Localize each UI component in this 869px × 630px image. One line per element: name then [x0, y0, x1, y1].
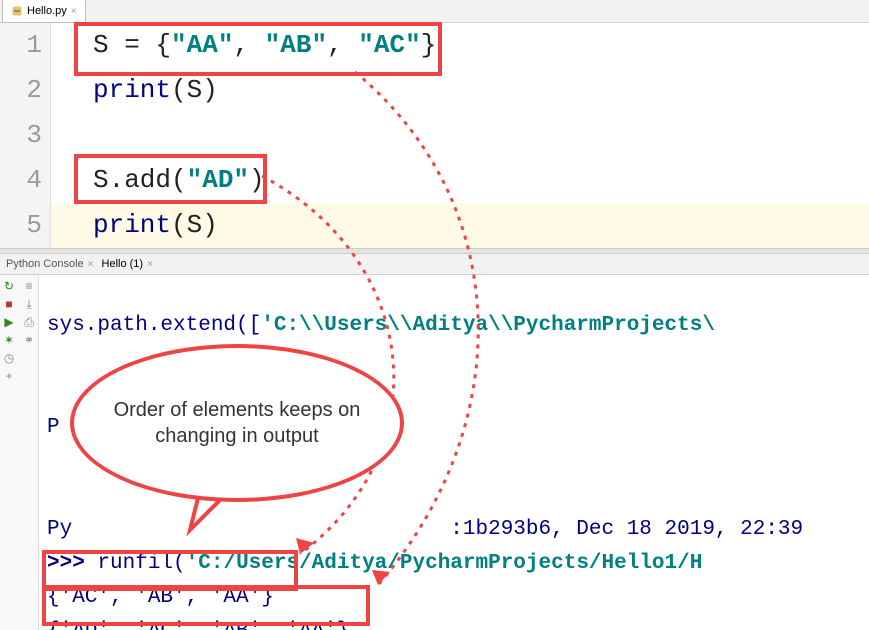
scroll-icon[interactable]: ⤓: [22, 297, 36, 311]
code-area[interactable]: S = {"AA", "AB", "AC"} print(S) S.add("A…: [51, 23, 869, 248]
builtin-fn: print: [93, 75, 171, 105]
close-icon[interactable]: ×: [71, 6, 77, 17]
console-toolbar: ↻ ■ ▶ ✶ ◷ + ≡ ⤓ ⎙ ⚭: [0, 275, 39, 630]
console-line: runfil: [97, 552, 173, 575]
code-text: ): [249, 165, 265, 195]
console-result-1: {'AC', 'AB', 'AA'}: [47, 586, 274, 609]
line-number: 3: [0, 113, 42, 158]
annotation-bubble-text: Order of elements keeps on changing in o…: [92, 397, 382, 449]
code-text: }: [421, 30, 437, 60]
line-gutter: 1 2 3 4 5: [0, 23, 51, 248]
run-icon[interactable]: ▶: [2, 315, 16, 329]
line-number: 4: [0, 158, 42, 203]
rerun-icon[interactable]: ↻: [2, 279, 16, 293]
line-number: 1: [0, 23, 42, 68]
wrap-icon[interactable]: ≡: [22, 279, 36, 293]
code-text: ,: [327, 30, 358, 60]
editor-tab-label: Hello.py: [27, 5, 67, 17]
console-tab-label: Python Console: [6, 258, 84, 270]
line-number: 2: [0, 68, 42, 113]
annotation-bubble: Order of elements keeps on changing in o…: [70, 344, 404, 502]
editor-tabbar: Hello.py ×: [0, 0, 869, 23]
history-icon[interactable]: ◷: [2, 351, 16, 365]
python-file-icon: [11, 5, 23, 17]
code-text: S = {: [93, 30, 171, 60]
string-literal: "AC": [358, 30, 420, 60]
string-literal: "AD": [187, 165, 249, 195]
stop-icon[interactable]: ■: [2, 297, 16, 311]
close-icon[interactable]: ×: [88, 259, 94, 270]
console-prompt: >>>: [47, 552, 97, 575]
code-editor[interactable]: 1 2 3 4 5 S = {"AA", "AB", "AC"} print(S…: [0, 23, 869, 248]
code-text: S.add(: [93, 165, 187, 195]
add-icon[interactable]: +: [2, 369, 16, 383]
editor-tab-hello[interactable]: Hello.py ×: [2, 0, 86, 23]
code-text: (S): [171, 210, 218, 240]
string-literal: "AA": [171, 30, 233, 60]
debug-icon[interactable]: ✶: [2, 333, 16, 347]
blank-line: [93, 113, 869, 158]
console-string: 'C:\\Users\\Aditya\\PycharmProjects\: [261, 314, 715, 337]
code-text: (S): [171, 75, 218, 105]
builtin-fn: print: [93, 210, 171, 240]
code-text: ,: [233, 30, 264, 60]
console-result-2: {'AD', 'AC', 'AB', 'AA'}: [47, 620, 349, 630]
console-tab-label: Hello (1): [102, 258, 144, 270]
link-icon[interactable]: ⚭: [22, 333, 36, 347]
console-tab-hello[interactable]: Hello (1) ×: [102, 258, 153, 270]
string-literal: "AB": [265, 30, 327, 60]
close-icon[interactable]: ×: [147, 259, 153, 270]
console-line: P: [47, 416, 60, 439]
console-line: sys.path.extend([: [47, 314, 261, 337]
console-line: Py: [47, 518, 72, 541]
console-line: (: [173, 552, 186, 575]
console-tabbar: Python Console × Hello (1) ×: [0, 254, 869, 275]
console-tab-python[interactable]: Python Console ×: [6, 258, 94, 270]
console-line: :1b293b6, Dec 18 2019, 22:39: [450, 518, 803, 541]
console-string: 'C:/Users/Aditya/PycharmProjects/Hello1/…: [186, 552, 703, 575]
line-number: 5: [0, 203, 42, 248]
print-icon[interactable]: ⎙: [22, 315, 36, 329]
